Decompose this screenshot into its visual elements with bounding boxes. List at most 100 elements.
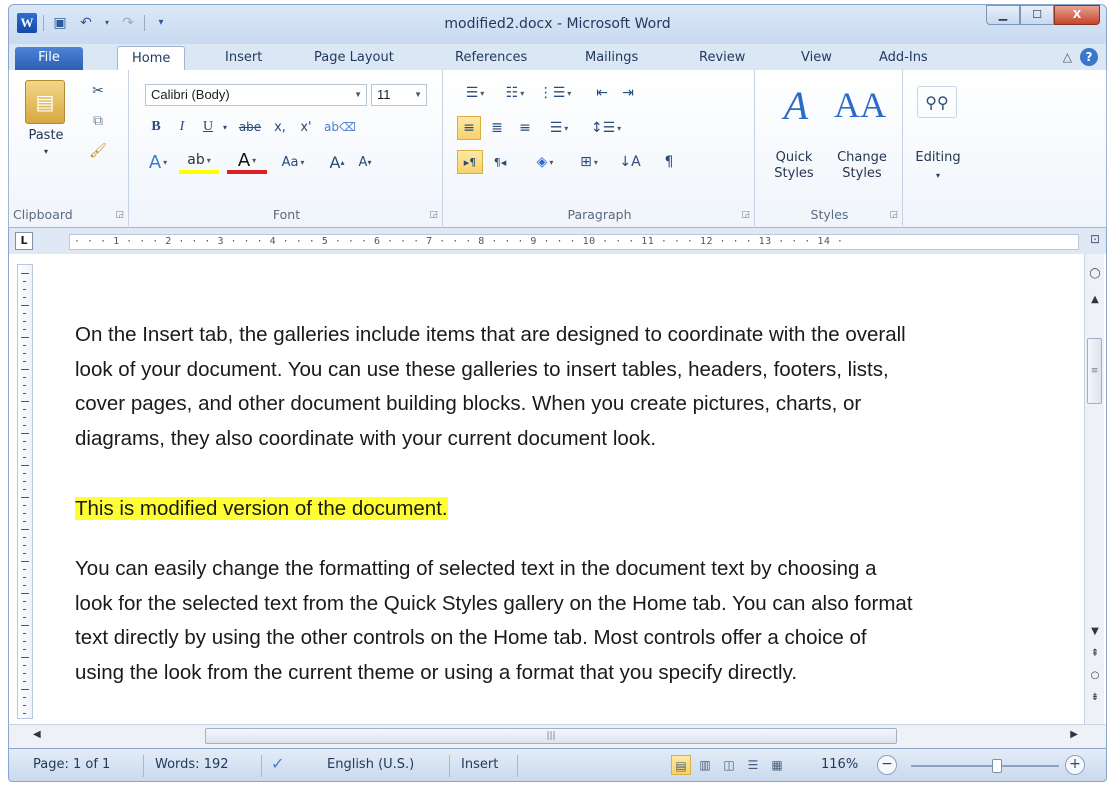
vertical-ruler[interactable] <box>17 264 33 719</box>
subscript-button[interactable]: x, <box>269 116 291 138</box>
maximize-button[interactable]: ☐ <box>1020 5 1054 25</box>
shading-icon[interactable]: ◈ ▾ <box>525 150 565 174</box>
bullets-icon[interactable]: ☰ ▾ <box>457 82 493 104</box>
align-right-icon[interactable]: ≡ <box>513 116 537 140</box>
font-size-combo[interactable]: 11 ▼ <box>371 84 427 106</box>
multilevel-list-icon[interactable]: ⋮☰ ▾ <box>537 82 573 104</box>
paste-icon[interactable]: ▤ <box>25 80 65 124</box>
view-ruler-icon[interactable]: ⊡ <box>1086 232 1104 250</box>
quick-styles-button[interactable]: Quick Styles <box>761 150 827 182</box>
select-browse-object-icon[interactable]: ◯ <box>1087 266 1103 282</box>
underline-dropdown-icon[interactable]: ▾ <box>219 116 231 138</box>
change-styles-button[interactable]: Change Styles <box>827 150 897 182</box>
increase-indent-icon[interactable]: ⇥ <box>617 82 639 104</box>
print-layout-icon[interactable]: ▤ <box>671 755 691 775</box>
word-count[interactable]: Words: 192 <box>155 757 229 772</box>
paragraph-2[interactable]: This is modified version of the document… <box>75 492 1085 527</box>
paragraph-1[interactable]: On the Insert tab, the galleries include… <box>75 318 1085 456</box>
tab-references[interactable]: References <box>455 50 527 65</box>
highlight-color-icon[interactable]: ab ▾ <box>179 150 219 174</box>
italic-button[interactable]: I <box>171 116 193 138</box>
vertical-scroll-thumb[interactable]: ≡ <box>1087 338 1102 404</box>
scroll-left-icon[interactable]: ◀ <box>33 729 41 740</box>
font-launcher-icon[interactable]: ◲ <box>429 210 438 220</box>
bold-button[interactable]: B <box>145 116 167 138</box>
ruler-tick <box>23 713 26 714</box>
paragraph-3[interactable]: You can easily change the formatting of … <box>75 552 1085 690</box>
file-tab[interactable]: File <box>15 47 83 70</box>
change-styles-icon[interactable]: AA <box>834 80 886 130</box>
document-page[interactable]: On the Insert tab, the galleries include… <box>55 254 1085 724</box>
previous-page-icon[interactable]: ⇞ <box>1087 646 1103 662</box>
zoom-in-button[interactable]: + <box>1065 755 1085 775</box>
close-button[interactable]: X <box>1054 5 1100 25</box>
outline-icon[interactable]: ☰ <box>743 755 763 775</box>
format-painter-icon[interactable]: 🖌 <box>87 140 109 162</box>
copy-icon[interactable]: ⧉ <box>87 110 109 132</box>
zoom-slider-thumb[interactable] <box>991 759 1002 773</box>
minimize-ribbon-icon[interactable]: △ <box>1063 50 1072 64</box>
clear-formatting-icon[interactable]: ab⌫ <box>324 114 356 140</box>
ruler-tick <box>23 705 26 706</box>
grow-font-button[interactable]: A ▴ <box>325 150 349 174</box>
tab-add-ins[interactable]: Add-Ins <box>879 50 928 65</box>
superscript-button[interactable]: x' <box>295 116 317 138</box>
clipboard-launcher-icon[interactable]: ◲ <box>115 210 124 220</box>
paste-button-label[interactable]: Paste <box>19 128 73 144</box>
horizontal-scrollbar[interactable]: ◀ ||| ▶ <box>8 724 1107 748</box>
shrink-font-button[interactable]: A ▾ <box>353 150 377 174</box>
editing-dropdown-icon[interactable]: ▾ <box>905 168 971 184</box>
tab-mailings[interactable]: Mailings <box>585 50 638 65</box>
scroll-up-icon[interactable]: ▲ <box>1087 292 1103 308</box>
proofing-icon[interactable]: ✓ <box>271 754 284 773</box>
font-name-combo[interactable]: Calibri (Body) ▼ <box>145 84 367 106</box>
tab-review[interactable]: Review <box>699 50 745 65</box>
paste-dropdown-icon[interactable]: ▾ <box>19 144 73 160</box>
horizontal-scroll-thumb[interactable]: ||| <box>205 728 897 744</box>
minimize-button[interactable]: ▁ <box>986 5 1020 25</box>
underline-button[interactable]: U <box>197 116 219 138</box>
tab-home[interactable]: Home <box>117 46 186 71</box>
paragraph-launcher-icon[interactable]: ◲ <box>741 210 750 220</box>
cut-icon[interactable]: ✂ <box>87 80 109 102</box>
scroll-down-icon[interactable]: ▼ <box>1087 624 1103 640</box>
zoom-out-button[interactable]: − <box>877 755 897 775</box>
sort-icon[interactable]: ↓A <box>617 150 643 174</box>
tab-page-layout[interactable]: Page Layout <box>314 50 394 65</box>
language-indicator[interactable]: English (U.S.) <box>327 757 414 772</box>
browse-object-icon[interactable]: ○ <box>1087 668 1103 684</box>
text-effects-icon[interactable]: A ▾ <box>143 150 173 174</box>
line-spacing-icon[interactable]: ↕☰ ▾ <box>589 116 623 140</box>
help-icon[interactable]: ? <box>1080 48 1098 66</box>
rtl-direction-icon[interactable]: ¶◂ <box>487 150 513 174</box>
show-marks-button[interactable]: ¶ <box>657 150 681 174</box>
decrease-indent-icon[interactable]: ⇤ <box>591 82 613 104</box>
align-left-icon[interactable]: ≡ <box>457 116 481 140</box>
font-color-icon[interactable]: A ▾ <box>227 150 267 174</box>
numbering-icon[interactable]: ☷ ▾ <box>497 82 533 104</box>
scroll-right-icon[interactable]: ▶ <box>1070 729 1078 740</box>
tab-view[interactable]: View <box>801 50 832 65</box>
horizontal-ruler[interactable]: · · · 1 · · · 2 · · · 3 · · · 4 · · · 5 … <box>69 234 1079 250</box>
vertical-scrollbar[interactable]: ◯ ▲ ≡ ▼ ⇞ ○ ⇟ <box>1084 254 1104 724</box>
next-page-icon[interactable]: ⇟ <box>1087 690 1103 706</box>
find-binoculars-icon[interactable]: ⚲⚲ <box>917 86 957 118</box>
borders-icon[interactable]: ⊞ ▾ <box>569 150 609 174</box>
ltr-direction-icon[interactable]: ▸¶ <box>457 150 483 174</box>
full-screen-reading-icon[interactable]: ▥ <box>695 755 715 775</box>
editing-button[interactable]: Editing <box>905 150 971 166</box>
tab-selector-icon[interactable]: L <box>15 232 33 250</box>
zoom-level[interactable]: 116% <box>821 757 858 772</box>
quick-styles-icon[interactable]: A <box>771 80 821 130</box>
page-count[interactable]: Page: 1 of 1 <box>33 757 110 772</box>
web-layout-icon[interactable]: ◫ <box>719 755 739 775</box>
justify-icon[interactable]: ☰ ▾ <box>541 116 577 140</box>
align-center-icon[interactable]: ≣ <box>485 116 509 140</box>
change-case-button[interactable]: Aa ▾ <box>273 150 313 174</box>
insert-mode[interactable]: Insert <box>461 757 498 772</box>
strikethrough-button[interactable]: abe <box>235 116 265 138</box>
styles-launcher-icon[interactable]: ◲ <box>889 210 898 220</box>
draft-icon[interactable]: ▦ <box>767 755 787 775</box>
tab-insert[interactable]: Insert <box>225 50 262 65</box>
zoom-slider[interactable] <box>911 759 1059 773</box>
